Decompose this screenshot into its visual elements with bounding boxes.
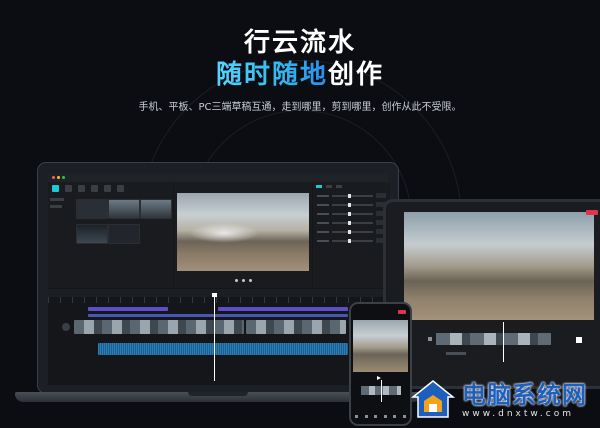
tablet-playhead[interactable] (503, 322, 504, 362)
preview-video (177, 193, 309, 271)
text-tab[interactable] (78, 185, 85, 192)
prop-row[interactable] (313, 227, 390, 236)
next-icon[interactable] (248, 278, 252, 282)
audio-tab[interactable] (65, 185, 72, 192)
sticker-track-clip[interactable] (88, 314, 348, 317)
timeline-ruler[interactable] (48, 297, 390, 303)
text-track-clip[interactable] (218, 307, 348, 311)
prop-tab-audio[interactable] (326, 185, 332, 188)
tablet-add-icon[interactable] (576, 337, 582, 343)
tablet-device (383, 199, 600, 389)
media-tabs (48, 182, 173, 195)
watermark: 电脑系统网 www.dnxtw.com (410, 372, 600, 428)
effects-tab[interactable] (104, 185, 111, 192)
phone-tool-icon[interactable] (374, 415, 378, 418)
phone-tool-icon[interactable] (383, 415, 387, 418)
media-side-item[interactable] (50, 205, 62, 208)
phone-tool-icon[interactable] (402, 415, 406, 418)
player-controls (177, 275, 309, 285)
watermark-title: 电脑系统网 (462, 380, 587, 409)
main-video-track[interactable] (74, 320, 244, 334)
text-track-clip[interactable] (88, 307, 168, 311)
tablet-preview-video (404, 212, 594, 320)
hero-title-highlight: 随时随地 (215, 60, 328, 90)
properties-tabs (313, 182, 390, 191)
properties-panel (313, 182, 390, 288)
media-side-item[interactable] (50, 198, 64, 201)
prop-row[interactable] (313, 218, 390, 227)
player-panel (174, 182, 312, 288)
media-tab[interactable] (52, 185, 59, 192)
prop-row[interactable] (313, 236, 390, 245)
media-thumbnail[interactable] (76, 199, 108, 219)
hero-title-line2: 随时随地创作 (0, 54, 600, 91)
prop-row[interactable] (313, 209, 390, 218)
prop-tab-video[interactable] (316, 185, 322, 188)
transition-tab[interactable] (117, 185, 124, 192)
audio-waveform-track[interactable] (98, 343, 348, 355)
media-thumbnail[interactable] (108, 199, 140, 219)
tablet-export-button[interactable] (586, 210, 598, 215)
media-thumbnail[interactable] (76, 224, 108, 244)
prop-row[interactable] (313, 191, 390, 200)
laptop-notch (188, 392, 248, 396)
media-thumbnail[interactable] (108, 224, 140, 244)
house-shield-icon (410, 377, 456, 423)
phone-tool-icon[interactable] (393, 415, 397, 418)
hero-subtitle: 手机、平板、PC三端草稿互通，走到哪里，剪到哪里，创作从此不受限。 (138, 102, 462, 113)
desktop-editor-app (48, 173, 390, 385)
main-video-track-2[interactable] (246, 320, 346, 334)
play-icon[interactable] (241, 278, 245, 282)
editor-topbar (48, 173, 388, 182)
phone-tool-icon[interactable] (355, 415, 358, 418)
sticker-tab[interactable] (91, 185, 98, 192)
window-dots (52, 176, 65, 179)
hero-title-rest: 创作 (328, 60, 385, 90)
media-side-nav (50, 198, 70, 212)
tablet-video-track[interactable] (436, 333, 551, 345)
tablet-tool-icon[interactable] (428, 337, 432, 341)
watermark-text: 电脑系统网 www.dnxtw.com (462, 380, 587, 420)
prop-row[interactable] (313, 200, 390, 209)
timeline-toolbar (48, 289, 390, 297)
phone-preview-video (353, 320, 408, 372)
watermark-url: www.dnxtw.com (462, 409, 575, 419)
timeline-panel (48, 289, 390, 381)
prop-tab-speed[interactable] (336, 185, 342, 188)
phone-toolbar (355, 415, 406, 418)
track-cover-icon[interactable] (62, 323, 70, 331)
phone-tool-icon[interactable] (364, 415, 368, 418)
phone-playhead[interactable] (381, 380, 382, 402)
timeline-playhead[interactable] (212, 293, 217, 381)
phone-export-button[interactable] (398, 310, 406, 314)
media-thumbnail[interactable] (140, 199, 172, 219)
prev-icon[interactable] (234, 278, 238, 282)
laptop-screen (37, 162, 399, 394)
media-panel (48, 182, 173, 288)
phone-device (349, 302, 412, 426)
tablet-audio-label (446, 352, 466, 355)
